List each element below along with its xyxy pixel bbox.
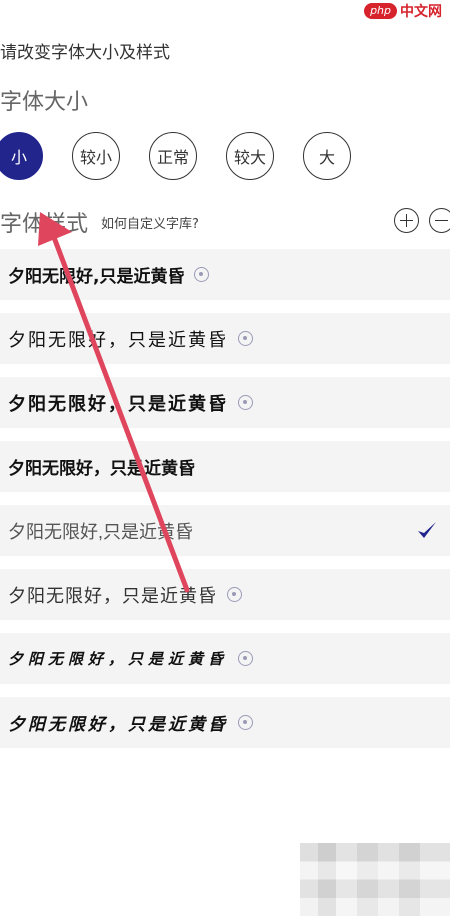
font-size-normal-button[interactable]: 正常: [149, 132, 197, 180]
font-size-label: 较小: [79, 148, 112, 167]
plus-circle-icon[interactable]: [394, 208, 419, 233]
font-size-large-button[interactable]: 大: [303, 132, 351, 180]
download-icon[interactable]: [238, 715, 253, 730]
watermark-logo: php: [364, 3, 397, 19]
font-size-larger-button[interactable]: 较大: [226, 132, 274, 180]
font-style-item-selected[interactable]: 夕阳无限好,只是近黄昏: [0, 505, 450, 556]
font-sample-text: 夕阳无限好，只是近黄昏: [8, 585, 217, 606]
font-sample-text: 夕阳无限好，只是近黄昏: [8, 650, 229, 668]
font-size-label: 正常: [156, 148, 189, 167]
minus-circle-icon[interactable]: [429, 208, 450, 233]
font-sample-text: 夕阳无限好,只是近黄昏: [8, 521, 193, 542]
font-style-item[interactable]: 夕阳无限好，只是近黄昏: [0, 313, 450, 364]
download-icon[interactable]: [194, 267, 210, 282]
custom-font-help-link[interactable]: 如何自定义字库?: [101, 213, 199, 232]
font-sample-text: 夕阳无限好，只是近黄昏: [8, 459, 195, 478]
watermark-text: 中文网: [400, 4, 442, 20]
font-style-item[interactable]: 夕阳无限好，只是近黄昏: [0, 569, 450, 620]
font-style-item[interactable]: 夕阳无限好,只是近黄昏: [0, 249, 450, 300]
download-icon[interactable]: [238, 651, 254, 666]
font-style-title: 字体样式: [0, 212, 89, 237]
blurred-image: [300, 843, 450, 916]
font-sample-text: 夕阳无限好，只是近黄昏: [8, 393, 228, 415]
font-sample-text: 夕阳无限好，只是近黄昏: [8, 329, 228, 351]
font-size-label: 较大: [233, 148, 266, 167]
font-style-item[interactable]: 夕阳无限好，只是近黄昏: [0, 697, 450, 748]
download-icon[interactable]: [227, 587, 242, 602]
font-size-label: 大: [318, 148, 335, 167]
font-sample-text: 夕阳无限好,只是近黄昏: [8, 267, 185, 287]
font-size-title: 字体大小: [0, 90, 89, 115]
font-size-label: 小: [10, 148, 27, 167]
font-style-item[interactable]: 夕阳无限好，只是近黄昏: [0, 377, 450, 428]
check-icon: [418, 522, 436, 538]
font-size-smaller-button[interactable]: 较小: [72, 132, 120, 180]
font-size-selector: 小 较小 正常 较大 大: [0, 132, 450, 184]
font-style-item[interactable]: 夕阳无限好，只是近黄昏: [0, 441, 450, 492]
page-title: 请改变字体大小及样式: [0, 43, 170, 63]
download-icon[interactable]: [238, 395, 253, 410]
font-style-item[interactable]: 夕阳无限好，只是近黄昏: [0, 633, 450, 684]
font-size-small-button[interactable]: 小: [0, 132, 43, 180]
watermark: php 中文网: [364, 0, 442, 22]
download-icon[interactable]: [238, 331, 253, 346]
font-sample-text: 夕阳无限好，只是近黄昏: [8, 715, 228, 735]
